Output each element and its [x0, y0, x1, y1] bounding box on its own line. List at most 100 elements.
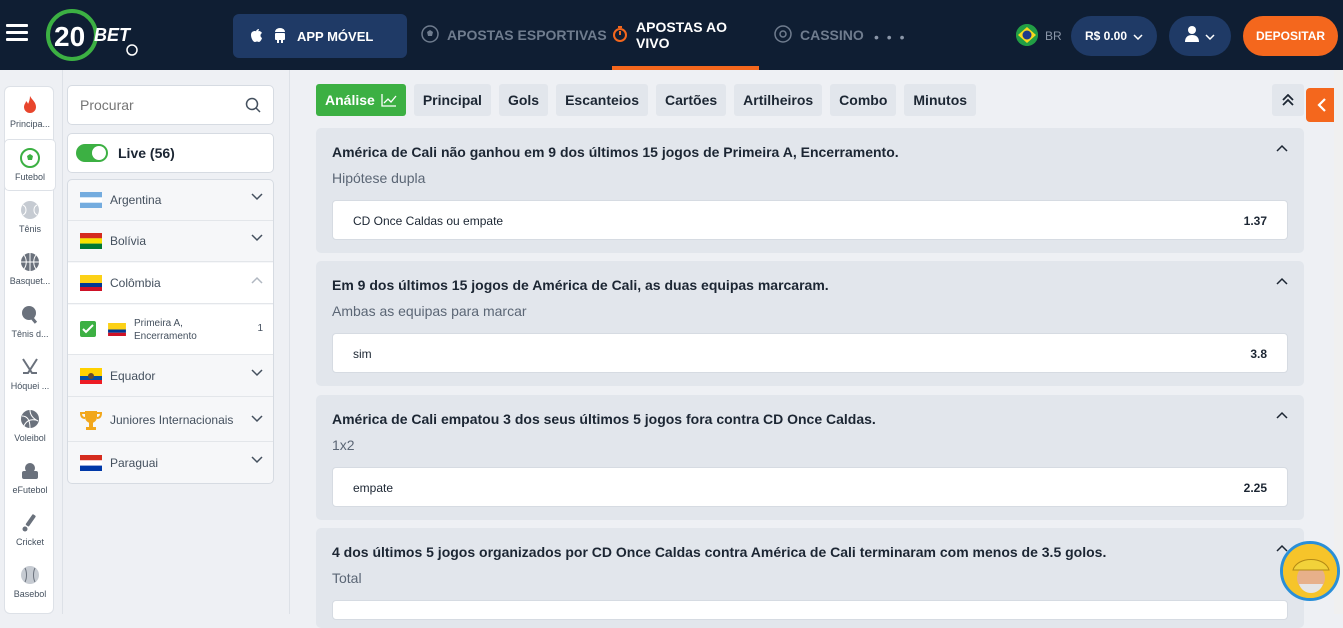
nav-casino[interactable]: CASSINO	[774, 0, 864, 70]
card-market: Hipótese dupla	[332, 170, 426, 186]
odd-value: 2.25	[1243, 481, 1267, 495]
svg-text:BET: BET	[94, 25, 132, 45]
card-market: Total	[332, 570, 362, 586]
brazil-flag-icon[interactable]	[1016, 24, 1038, 46]
tab-gols[interactable]: Gols	[498, 84, 549, 116]
fisherman-avatar-icon	[1283, 544, 1337, 598]
tab-analise[interactable]: Análise	[316, 84, 406, 116]
svg-text:20: 20	[54, 21, 85, 52]
ecuador-flag-icon	[80, 368, 102, 384]
chevron-down-icon	[1133, 29, 1143, 43]
card-title: Em 9 dos últimos 15 jogos de América de …	[332, 277, 829, 293]
sport-label: Cricket	[15, 537, 44, 547]
sport-item-voleibol[interactable]: Voleibol	[5, 401, 55, 451]
main-content: Análise Principal Gols Escanteios Cartõe…	[306, 70, 1334, 628]
chevron-down-icon	[1205, 27, 1215, 45]
sport-item-basquete[interactable]: Basquet...	[5, 244, 55, 294]
sport-item-tenis[interactable]: Tênis	[5, 192, 55, 242]
chevron-up-icon	[251, 276, 263, 284]
chevron-up-icon[interactable]	[1276, 144, 1288, 152]
paraguay-flag-icon	[80, 455, 102, 471]
app-mobile-label: APP MÓVEL	[297, 28, 374, 44]
colombia-flag-icon	[108, 323, 126, 336]
search-icon[interactable]	[245, 97, 261, 113]
deposit-button[interactable]: DEPOSITAR	[1243, 16, 1338, 56]
country-item-juniores[interactable]: Juniores Internacionais	[68, 398, 273, 442]
chevron-down-icon	[251, 234, 263, 242]
stopwatch-icon	[612, 25, 628, 46]
sport-item-efutebol[interactable]: eFutebol	[5, 453, 55, 503]
double-chevron-up-icon	[1282, 94, 1294, 106]
card-title: América de Cali não ganhou em 9 dos últi…	[332, 144, 899, 160]
card-market: 1x2	[332, 437, 355, 453]
nav-live[interactable]: APOSTAS AO VIVO	[612, 0, 759, 70]
user-icon	[1185, 25, 1199, 47]
user-menu-button[interactable]	[1169, 16, 1231, 56]
live-filter[interactable]: Live (56)	[67, 133, 274, 173]
sport-item-futebol[interactable]: Futebol	[5, 140, 55, 190]
soccer-ball-icon	[421, 24, 439, 46]
table-tennis-icon	[22, 306, 38, 324]
support-avatar[interactable]	[1280, 541, 1340, 601]
more-menu[interactable]: • • •	[874, 29, 906, 45]
tab-minutos[interactable]: Minutos	[904, 84, 977, 116]
chevron-down-icon	[251, 456, 263, 464]
sport-item-cricket[interactable]: Cricket	[5, 505, 55, 555]
colombia-flag-icon	[80, 275, 102, 291]
sport-label: Principa...	[9, 119, 51, 129]
odd-value: 3.8	[1250, 347, 1267, 361]
sport-label: Futebol	[14, 172, 46, 182]
live-label: Live (56)	[118, 145, 175, 161]
chevron-left-icon	[1317, 98, 1326, 112]
tab-combo[interactable]: Combo	[830, 84, 897, 116]
check-icon	[82, 324, 94, 334]
country-label: Equador	[110, 369, 156, 383]
country-label: Colômbia	[110, 276, 161, 290]
app-mobile-button[interactable]: APP MÓVEL	[233, 14, 407, 58]
odd-button[interactable]: CD Once Caldas ou empate 1.37	[332, 200, 1288, 240]
hockey-icon	[22, 358, 38, 374]
tab-artilheiros[interactable]: Artilheiros	[734, 84, 823, 116]
tab-escanteios[interactable]: Escanteios	[556, 84, 649, 116]
scrollbar[interactable]	[1334, 70, 1343, 614]
live-toggle[interactable]	[76, 144, 108, 162]
nav-casino-label: CASSINO	[800, 27, 864, 43]
tab-cartoes[interactable]: Cartões	[656, 84, 727, 116]
sport-item-principal[interactable]: Principa...	[5, 87, 55, 137]
menu-icon[interactable]	[6, 24, 28, 42]
country-item-bolivia[interactable]: Bolívia	[68, 221, 273, 262]
chevron-up-icon[interactable]	[1276, 277, 1288, 285]
country-item-argentina[interactable]: Argentina	[68, 180, 273, 221]
tennis-ball-icon	[21, 201, 39, 219]
country-item-colombia[interactable]: Colômbia	[68, 263, 273, 304]
sport-item-hoquei[interactable]: Hóquei ...	[5, 349, 55, 399]
league-name-line2: Encerramento	[134, 331, 197, 342]
sport-label: Voleibol	[14, 433, 46, 443]
country-label: Argentina	[110, 193, 162, 207]
odd-button[interactable]	[332, 600, 1288, 620]
cricket-icon	[22, 514, 36, 532]
tab-label: Análise	[325, 92, 375, 108]
league-item-primeira-a[interactable]: Primeira A, Encerramento 1	[68, 305, 273, 355]
league-checkbox[interactable]	[80, 321, 96, 337]
balance-value: R$ 0.00	[1084, 29, 1128, 43]
search-box[interactable]	[67, 85, 274, 125]
chevron-up-icon[interactable]	[1276, 411, 1288, 419]
collapse-all-button[interactable]	[1272, 84, 1304, 116]
country-item-paraguai[interactable]: Paraguai	[68, 443, 273, 483]
country-item-equador[interactable]: Equador	[68, 356, 273, 397]
balance-button[interactable]: R$ 0.00	[1071, 16, 1157, 56]
chevron-down-icon	[251, 415, 263, 423]
sport-item-tenis-de-mesa[interactable]: Tênis d...	[5, 297, 55, 347]
apple-icon	[249, 27, 263, 46]
search-input[interactable]	[80, 97, 230, 113]
chart-icon	[381, 94, 397, 107]
odd-button[interactable]: empate 2.25	[332, 467, 1288, 507]
odd-button[interactable]: sim 3.8	[332, 333, 1288, 373]
tab-principal[interactable]: Principal	[413, 84, 491, 116]
language-label[interactable]: BR	[1045, 29, 1062, 43]
basketball-icon	[21, 253, 39, 271]
logo[interactable]: 20 BET	[42, 5, 152, 63]
sport-item-basebol[interactable]: Basebol	[5, 557, 55, 607]
nav-sports[interactable]: APOSTAS ESPORTIVAS	[421, 0, 607, 70]
